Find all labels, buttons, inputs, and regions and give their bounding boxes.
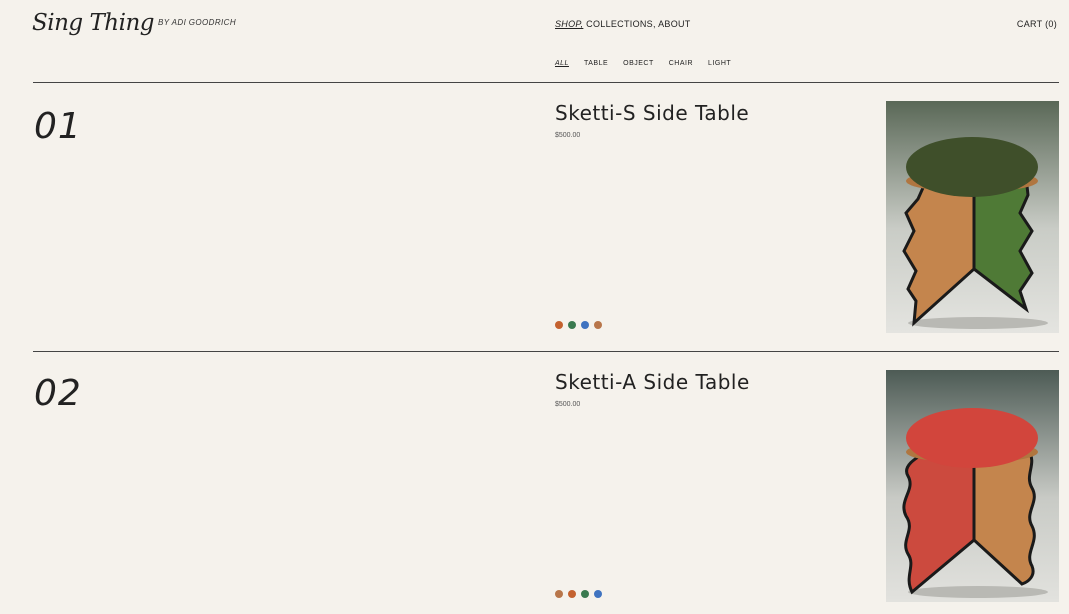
- product-image[interactable]: [886, 101, 1059, 333]
- product-title[interactable]: Sketti-S Side Table: [555, 101, 749, 125]
- divider: [33, 351, 1059, 352]
- swatch[interactable]: [594, 321, 602, 329]
- swatch[interactable]: [568, 321, 576, 329]
- main-nav: SHOP, COLLECTIONS, ABOUT: [555, 19, 691, 29]
- swatch[interactable]: [555, 590, 563, 598]
- filter-light[interactable]: LIGHT: [708, 60, 731, 67]
- swatch[interactable]: [581, 590, 589, 598]
- product-title[interactable]: Sketti-A Side Table: [555, 370, 750, 394]
- nav-shop[interactable]: SHOP,: [555, 19, 583, 29]
- color-swatches: [555, 590, 602, 598]
- swatch[interactable]: [555, 321, 563, 329]
- site-logo[interactable]: Sing Thing: [32, 10, 155, 36]
- filter-all[interactable]: ALL: [555, 60, 569, 67]
- swatch[interactable]: [594, 590, 602, 598]
- product-image[interactable]: [886, 370, 1059, 602]
- color-swatches: [555, 321, 602, 329]
- page: Sing Thing BY ADI GOODRICH SHOP, COLLECT…: [12, 4, 1061, 614]
- nav-collections[interactable]: COLLECTIONS,: [583, 19, 655, 29]
- swatch[interactable]: [581, 321, 589, 329]
- divider: [33, 82, 1059, 83]
- swatch[interactable]: [568, 590, 576, 598]
- product-number: 01: [34, 106, 82, 147]
- byline: BY ADI GOODRICH: [158, 18, 237, 27]
- category-filters: ALL TABLE OBJECT CHAIR LIGHT: [555, 60, 746, 67]
- cart-link[interactable]: CART (0): [1017, 19, 1057, 29]
- product-price: $500.00: [555, 132, 581, 139]
- nav-about[interactable]: ABOUT: [656, 19, 691, 29]
- filter-chair[interactable]: CHAIR: [669, 60, 693, 67]
- product-price: $500.00: [555, 401, 581, 408]
- product-number: 02: [34, 373, 82, 414]
- filter-object[interactable]: OBJECT: [623, 60, 654, 67]
- filter-table[interactable]: TABLE: [584, 60, 608, 67]
